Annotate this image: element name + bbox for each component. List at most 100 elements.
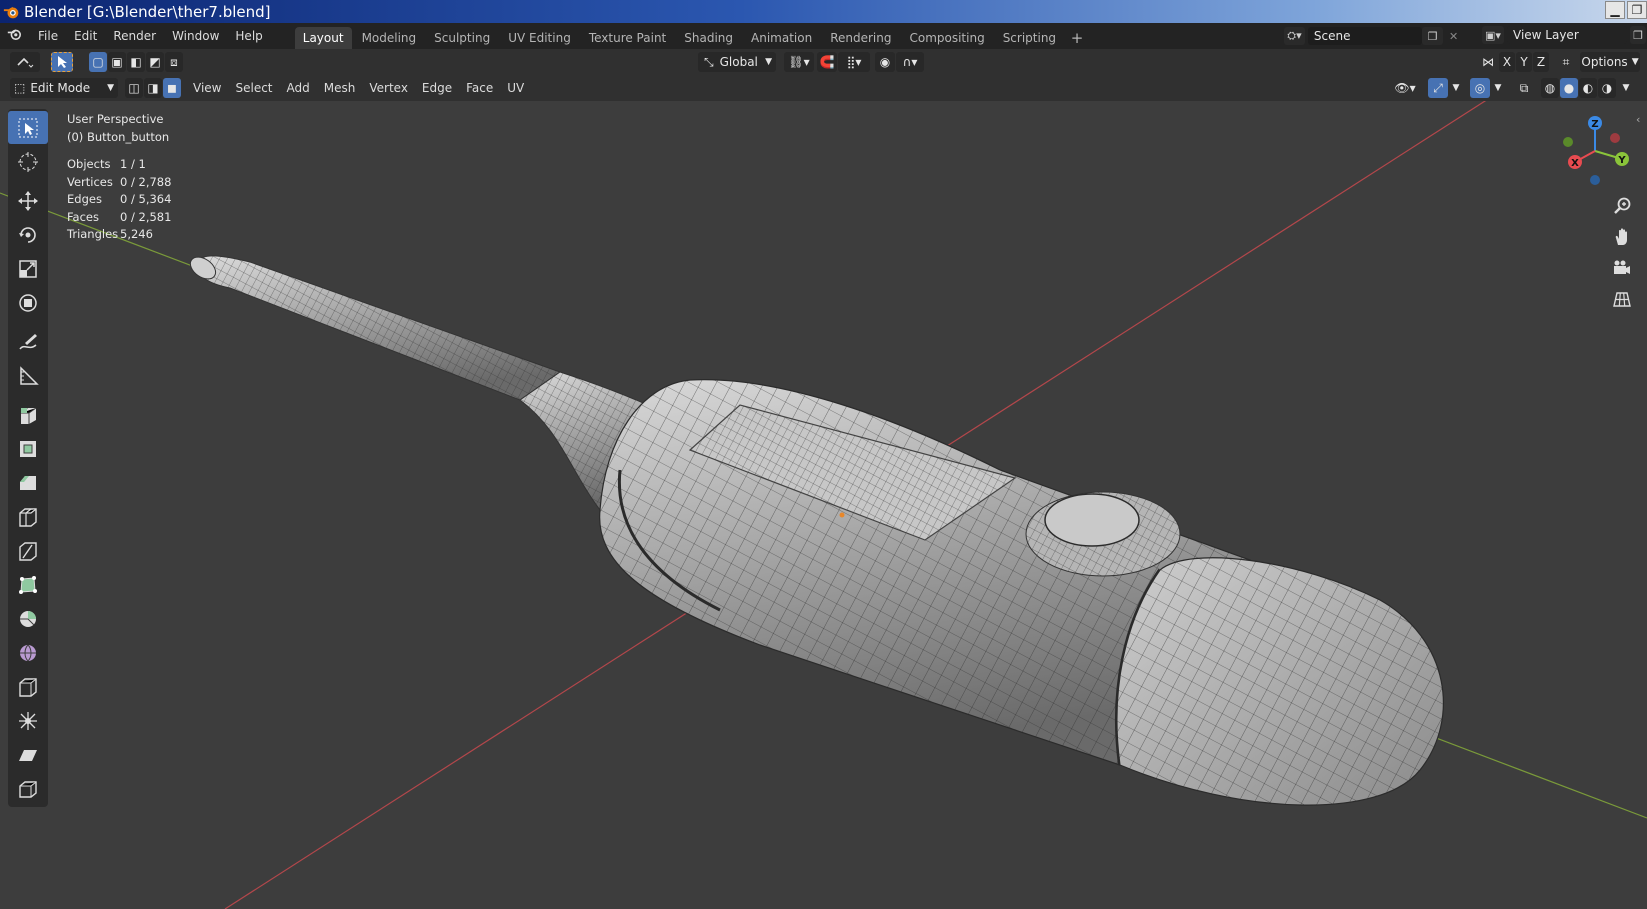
chevron-down-icon: ▼ [765,57,772,67]
menu-mesh[interactable]: Mesh [317,81,363,95]
extrude-region-tool[interactable] [8,398,48,431]
stat-value: 5,246 [120,227,153,241]
menu-render[interactable]: Render [105,23,164,49]
loop-cut-tool[interactable] [8,500,48,533]
tab-texture-paint[interactable]: Texture Paint [581,27,674,49]
bevel-tool[interactable] [8,466,48,499]
mode-dropdown[interactable]: ⬚ Edit Mode ▼ [10,78,118,98]
transform-tool[interactable] [8,286,48,319]
tab-layout[interactable]: Layout [294,26,352,49]
rip-region-tool[interactable] [8,772,48,805]
menu-edge[interactable]: Edge [415,81,459,95]
minimize-icon[interactable]: ▁ [1605,1,1625,19]
scene-browse-icon[interactable]: ⛭▾ [1284,27,1305,45]
tab-scripting[interactable]: Scripting [995,27,1064,49]
shading-material-icon[interactable]: ◐ [1579,78,1597,98]
edge-select-icon[interactable]: ◨ [144,78,162,98]
overlay-toggle-icon[interactable]: ◎ [1470,78,1490,98]
menu-help[interactable]: Help [227,23,270,49]
perspective-label: User Perspective [67,112,164,126]
visibility-icon[interactable]: 👁▾ [1390,78,1420,98]
sidebar-toggle-icon[interactable]: ‹ [1636,113,1640,126]
tweak-tool-icon[interactable] [51,52,73,72]
snap-target-icon[interactable]: ⣿▾ [838,52,870,72]
tab-shading[interactable]: Shading [676,27,741,49]
move-tool[interactable] [8,184,48,217]
transform-orientation-dropdown[interactable]: ⤡ Global ▼ [698,52,776,72]
face-select-icon[interactable]: ◼ [163,78,181,98]
shading-solid-icon[interactable]: ● [1560,78,1578,98]
scene-close-icon[interactable]: ✕ [1443,27,1464,45]
hand-icon [1615,228,1627,245]
tab-modeling[interactable]: Modeling [354,27,425,49]
camera-view-button[interactable] [1608,254,1636,282]
menu-window[interactable]: Window [164,23,227,49]
shading-wireframe-icon[interactable]: ◍ [1541,78,1559,98]
menu-select[interactable]: Select [228,81,279,95]
menu-vertex[interactable]: Vertex [362,81,415,95]
edge-slide-tool[interactable] [8,670,48,703]
scene-new-icon[interactable]: ❐ [1422,27,1444,45]
inset-faces-tool[interactable] [8,432,48,465]
restore-icon[interactable]: ❐ [1627,1,1647,19]
pan-view-button[interactable] [1608,223,1636,251]
select-mode-extend-icon[interactable]: ▣ [108,52,126,72]
measure-tool[interactable] [8,359,48,392]
menu-uv[interactable]: UV [500,81,531,95]
menu-edit[interactable]: Edit [66,23,105,49]
shear-tool[interactable] [8,738,48,771]
options-dropdown[interactable]: Options ▼ [1580,52,1640,72]
mirror-y-toggle[interactable]: Y [1516,52,1532,72]
blender-menu-icon[interactable] [0,26,30,46]
smooth-tool[interactable] [8,636,48,669]
tab-sculpting[interactable]: Sculpting [426,27,498,49]
menu-view[interactable]: View [186,81,228,95]
select-mode-subtract-icon[interactable]: ◧ [127,52,145,72]
select-mode-new-icon[interactable]: ▢ [89,52,107,72]
transform-icon [19,293,37,312]
menu-file[interactable]: File [30,23,66,49]
menu-face[interactable]: Face [459,81,500,95]
falloff-icon[interactable]: ∩▾ [896,52,924,72]
spin-tool[interactable] [8,602,48,635]
view-layer-browse-icon[interactable]: ▣▾ [1482,26,1504,44]
overlay-dropdown-icon[interactable]: ▼ [1491,78,1505,98]
zoom-view-button[interactable] [1608,192,1636,220]
view-layer-name-field[interactable]: View Layer [1507,26,1627,44]
mirror-x-toggle[interactable]: X [1499,52,1515,72]
scale-tool[interactable] [8,252,48,285]
auto-merge-icon[interactable]: ⌗ [1556,52,1576,72]
select-box-tool[interactable] [8,111,48,144]
vertex-select-icon[interactable]: ◫ [125,78,143,98]
editor-type-icon[interactable] [10,52,40,72]
menu-add[interactable]: Add [280,81,317,95]
pivot-point-icon[interactable]: ⛓▾ [784,52,814,72]
tab-animation[interactable]: Animation [743,27,820,49]
add-workspace-button[interactable]: + [1066,27,1088,49]
shading-dropdown-icon[interactable]: ▼ [1619,78,1633,98]
tab-uv-editing[interactable]: UV Editing [500,27,579,49]
snap-toggle-icon[interactable]: 🧲 [817,52,837,72]
rotate-tool[interactable] [8,218,48,251]
select-mode-invert-icon[interactable]: ◩ [146,52,164,72]
tab-compositing[interactable]: Compositing [901,27,992,49]
annotate-tool[interactable] [8,325,48,358]
cursor-tool[interactable] [8,145,48,178]
shrink-fatten-tool[interactable] [8,704,48,737]
gizmo-toggle-icon[interactable]: ⤢ [1428,78,1448,98]
proportional-edit-icon[interactable]: ◉ [875,52,895,72]
mirror-icon[interactable]: ⋈ [1478,52,1498,72]
3d-viewport[interactable]: Z Y X [0,101,1647,909]
poly-build-tool[interactable] [8,568,48,601]
scene-name-field[interactable]: Scene [1307,27,1423,45]
shading-rendered-icon[interactable]: ◑ [1598,78,1616,98]
select-mode-intersect-icon[interactable]: ⧈ [165,52,183,72]
perspective-toggle-button[interactable] [1608,285,1636,313]
mirror-z-toggle[interactable]: Z [1533,52,1549,72]
navigation-gizmo[interactable]: Z Y X [1555,111,1635,191]
knife-tool[interactable] [8,534,48,567]
view-layer-new-icon[interactable]: ❐ [1630,26,1646,44]
xray-toggle-icon[interactable]: ⧉ [1514,78,1534,98]
tab-rendering[interactable]: Rendering [822,27,899,49]
gizmo-dropdown-icon[interactable]: ▼ [1449,78,1463,98]
